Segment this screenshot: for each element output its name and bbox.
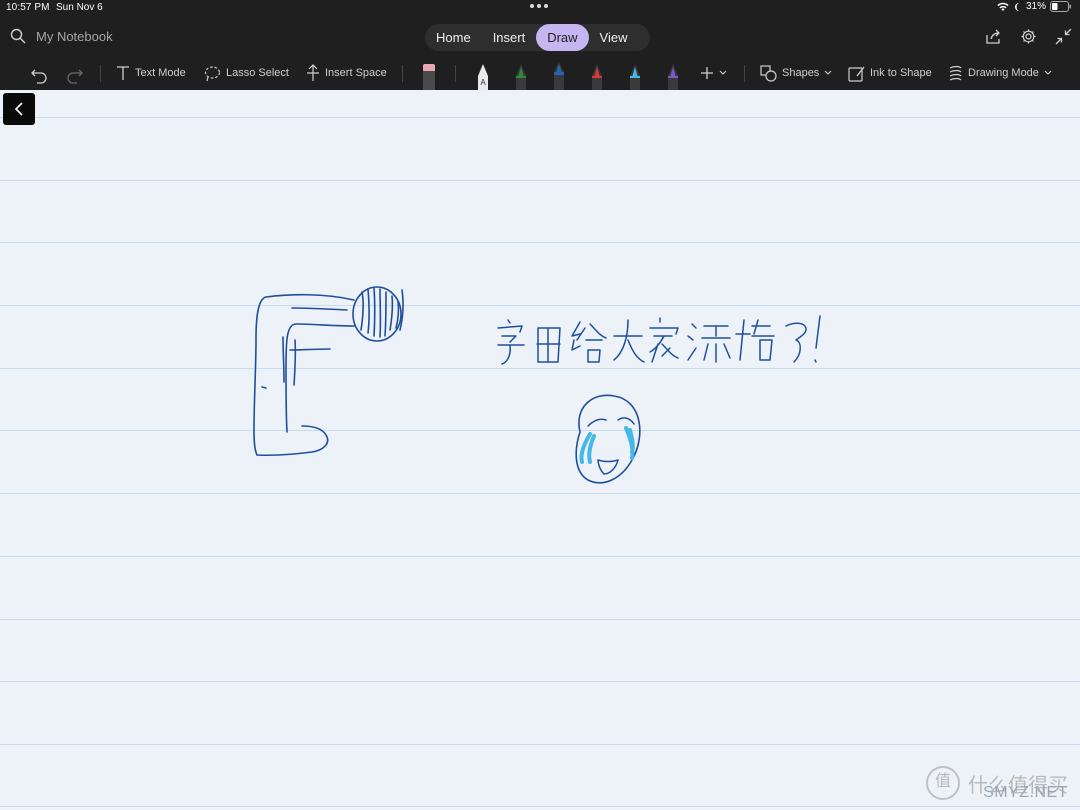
ruled-line: [0, 493, 1080, 494]
ink-bowing-figure[interactable]: [250, 280, 420, 470]
pen-blue-icon[interactable]: [548, 62, 570, 90]
add-pen-button[interactable]: [700, 56, 727, 90]
plus-icon: [701, 67, 713, 79]
app-toolbar: My Notebook Home Insert Draw View Text M…: [0, 18, 1080, 90]
top-right-actions: [984, 28, 1072, 45]
undo-icon[interactable]: [30, 56, 48, 90]
tab-view[interactable]: View: [589, 24, 639, 51]
ruled-line: [0, 681, 1080, 682]
ink-to-shape-icon: [848, 66, 865, 82]
ruled-line: [0, 180, 1080, 181]
notebook-search[interactable]: My Notebook: [10, 28, 113, 44]
shapes-label: Shapes: [782, 67, 820, 79]
multitasking-dots[interactable]: [530, 4, 548, 8]
lasso-icon: [204, 65, 221, 81]
text-mode-label: Text Mode: [135, 67, 186, 79]
ink-to-shape-label: Ink to Shape: [870, 67, 932, 79]
drawing-mode-button[interactable]: Drawing Mode: [948, 56, 1052, 90]
svg-text:A: A: [480, 78, 486, 87]
shapes-icon: [760, 64, 777, 82]
gear-icon[interactable]: [1020, 28, 1037, 45]
ink-crying-face[interactable]: [570, 390, 654, 488]
insert-space-label: Insert Space: [325, 67, 387, 79]
status-date: Sun Nov 6: [56, 2, 103, 13]
pen-red-icon[interactable]: [586, 62, 608, 90]
insert-space-icon: [307, 64, 319, 81]
pen-green-icon[interactable]: [510, 62, 532, 90]
watermark-glyph: 值: [926, 766, 960, 800]
status-time: 10:57 PM: [6, 2, 50, 13]
shapes-button[interactable]: Shapes: [760, 56, 832, 90]
divider: [100, 65, 101, 82]
moon-icon: [1014, 2, 1019, 11]
chevron-down-icon: [719, 70, 727, 75]
pen-light-blue-icon[interactable]: [624, 62, 646, 90]
share-icon[interactable]: [984, 29, 1002, 45]
draw-tools-row: Text Mode Lasso Select Insert Space A Sh…: [0, 56, 1080, 90]
watermark-sub: SMYZ.NET: [983, 784, 1068, 801]
drawing-mode-label: Drawing Mode: [968, 67, 1039, 79]
ink-handwritten-text[interactable]: [490, 310, 830, 375]
chevron-left-icon: [14, 102, 23, 116]
back-button[interactable]: [3, 93, 35, 125]
ruled-line: [0, 556, 1080, 557]
ruled-line: [0, 242, 1080, 243]
lasso-select-button[interactable]: Lasso Select: [204, 56, 289, 90]
ruled-line: [0, 430, 1080, 431]
search-icon[interactable]: [10, 28, 26, 44]
tab-insert[interactable]: Insert: [482, 24, 537, 51]
highlighter-white-icon[interactable]: A: [472, 62, 494, 90]
collapse-icon[interactable]: [1055, 28, 1072, 45]
ruled-line: [0, 744, 1080, 745]
tab-draw[interactable]: Draw: [536, 24, 589, 51]
divider: [455, 65, 456, 82]
battery-icon: [1050, 1, 1071, 12]
pen-purple-icon[interactable]: [662, 62, 684, 90]
tab-home[interactable]: Home: [425, 24, 482, 51]
wifi-icon: [997, 2, 1009, 11]
divider: [402, 65, 403, 82]
ruled-line: [0, 117, 1080, 118]
status-bar: 10:57 PM Sun Nov 6 31%: [0, 0, 1080, 18]
ink-to-shape-button[interactable]: Ink to Shape: [848, 56, 932, 90]
text-mode-button[interactable]: Text Mode: [116, 56, 186, 90]
ruled-line: [0, 305, 1080, 306]
text-cursor-icon: [117, 66, 129, 80]
redo-icon[interactable]: [66, 56, 84, 90]
drawing-mode-icon: [949, 65, 962, 81]
chevron-down-icon: [824, 70, 832, 75]
ruled-line: [0, 806, 1080, 807]
battery-percent: 31%: [1025, 1, 1046, 12]
ribbon-tabs: Home Insert Draw View: [425, 24, 650, 51]
insert-space-button[interactable]: Insert Space: [306, 56, 387, 90]
ruled-line: [0, 619, 1080, 620]
notebook-title[interactable]: My Notebook: [36, 29, 113, 44]
status-right: 31%: [997, 1, 1072, 12]
chevron-down-icon: [1044, 70, 1052, 75]
divider: [744, 65, 745, 82]
eraser-icon[interactable]: [418, 62, 440, 90]
lasso-select-label: Lasso Select: [226, 67, 289, 79]
note-page[interactable]: 值 什么值得买 SMYZ.NET: [0, 90, 1080, 810]
